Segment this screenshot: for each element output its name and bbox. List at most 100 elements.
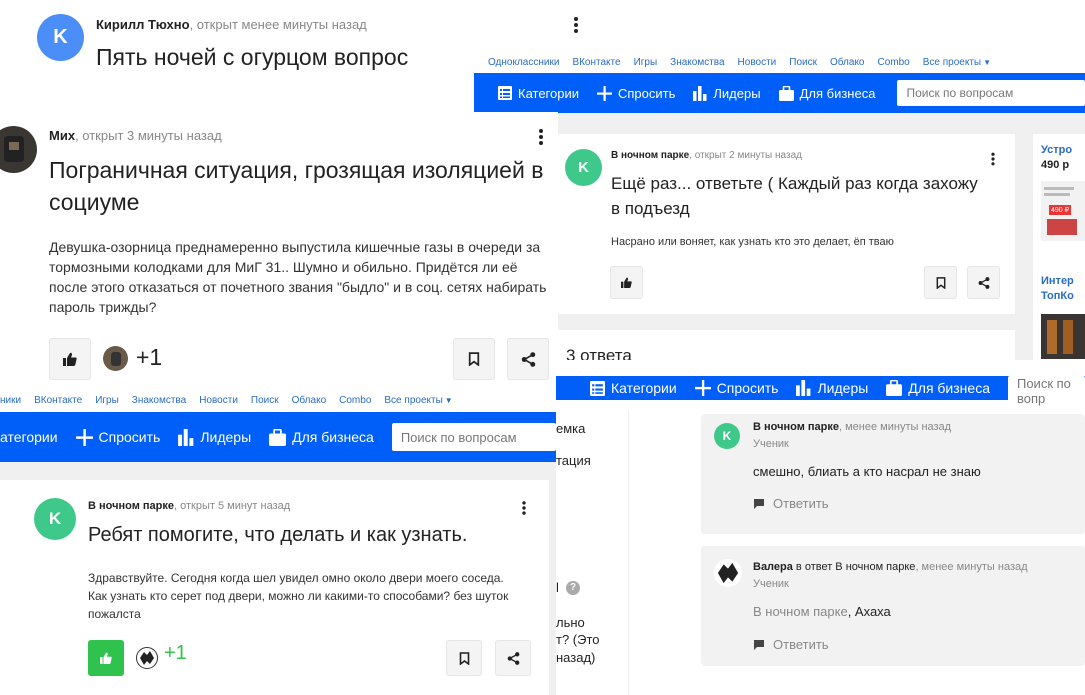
photo-shape: [110, 351, 121, 366]
help-icon[interactable]: ?: [566, 581, 580, 595]
nav-link-news[interactable]: Новости: [738, 57, 777, 68]
nav-link-dating[interactable]: Знакомства: [132, 395, 186, 406]
bookmark-button[interactable]: [453, 338, 495, 380]
ask-label: Спросить: [98, 429, 161, 445]
ask-label: Спросить: [618, 85, 676, 101]
sidebar-fragment-text[interactable]: емка: [556, 421, 585, 436]
author-avatar[interactable]: K: [37, 14, 84, 61]
business-button[interactable]: Для бизнеса: [778, 85, 875, 101]
more-menu-icon[interactable]: [991, 152, 995, 166]
search-input[interactable]: Поиск по вопросам: [897, 80, 1085, 106]
author-name[interactable]: Валера: [753, 561, 793, 573]
nav-link-vk[interactable]: ВКонтакте: [34, 395, 82, 406]
more-menu-icon[interactable]: [522, 501, 526, 515]
author-avatar-photo[interactable]: [0, 126, 37, 173]
nav-link-ok[interactable]: ники: [0, 395, 21, 406]
business-button[interactable]: Для бизнеса: [269, 428, 374, 446]
share-icon: [507, 651, 519, 665]
author-avatar[interactable]: [714, 559, 742, 587]
more-menu-icon[interactable]: [539, 129, 543, 145]
answer-card: Валера в ответ В ночном парке, менее мин…: [701, 546, 1085, 666]
author-avatar[interactable]: K: [34, 498, 76, 540]
like-button[interactable]: [49, 338, 91, 380]
question-time: , открыт 2 минуты назад: [689, 150, 802, 161]
ad-image-product: [1047, 320, 1057, 354]
nav-link-cloud[interactable]: Облако: [830, 57, 865, 68]
leaders-button[interactable]: Лидеры: [796, 380, 868, 396]
likes-count: +1: [164, 642, 187, 664]
categories-button[interactable]: Категории: [498, 86, 579, 101]
main-nav-bar: Категории Спросить Лидеры Для бизнеса По…: [474, 73, 1085, 113]
main-nav-bar: Категории Спросить Лидеры Для бизнеса По…: [556, 376, 1085, 406]
nav-link-combo[interactable]: Combo: [878, 57, 910, 68]
categories-button[interactable]: атегории: [0, 429, 58, 445]
sidebar-fragment-text: l: [556, 580, 559, 595]
like-button[interactable]: [610, 266, 643, 299]
author-name[interactable]: Кирилл Тюхно: [96, 17, 190, 32]
nav-link-combo[interactable]: Combo: [339, 395, 371, 406]
nav-link-search[interactable]: Поиск: [251, 395, 279, 406]
ad-title-1[interactable]: Устро: [1041, 144, 1072, 156]
nav-link-dating[interactable]: Знакомства: [670, 57, 724, 68]
ask-button[interactable]: Спросить: [694, 380, 779, 396]
reply-to[interactable]: в ответ В ночном парке: [793, 561, 916, 573]
liker-avatar[interactable]: [103, 346, 128, 371]
sidebar-fragment: емка тация l ? льно т? (Это назад): [556, 410, 629, 695]
avatar-drawing: [140, 651, 154, 665]
search-input[interactable]: Поиск по вопр: [1007, 376, 1085, 406]
share-button[interactable]: [967, 266, 1000, 299]
nav-link-ok[interactable]: Одноклассники: [488, 57, 559, 68]
like-button-active[interactable]: [88, 640, 124, 676]
author-name[interactable]: В ночном парке: [88, 500, 174, 512]
thumbs-up-icon: [63, 352, 77, 366]
author-name[interactable]: В ночном парке: [611, 150, 689, 161]
sidebar-fragment-text: т? (Это: [556, 632, 600, 647]
nav-link-cloud[interactable]: Облако: [292, 395, 327, 406]
question-time: , открыт 5 минут назад: [174, 500, 291, 512]
reply-button[interactable]: Ответить: [753, 496, 829, 511]
nav-link-news[interactable]: Новости: [199, 395, 238, 406]
ask-label: Спросить: [716, 380, 779, 396]
nav-link-games[interactable]: Игры: [95, 395, 119, 406]
nav-link-games[interactable]: Игры: [634, 57, 658, 68]
liker-avatar[interactable]: [136, 647, 158, 669]
bookmark-button[interactable]: [924, 266, 957, 299]
sidebar-fragment-text[interactable]: тация: [556, 453, 591, 468]
reply-button[interactable]: Ответить: [753, 637, 829, 652]
search-input[interactable]: Поиск по вопросам: [391, 423, 556, 451]
answer-card: K В ночном парке, менее минуты назад Уче…: [701, 414, 1085, 534]
ad-image-line: [1044, 193, 1070, 196]
bar-chart-icon: [178, 428, 194, 446]
author-name[interactable]: Мих: [49, 128, 75, 143]
author-avatar[interactable]: K: [565, 149, 602, 186]
likes-count: +1: [136, 344, 163, 370]
ad-image-1[interactable]: 490 ₽: [1041, 181, 1085, 241]
mention-link[interactable]: В ночном парке: [753, 604, 848, 619]
sidebar-fragment-text: льно: [556, 615, 585, 630]
plus-icon: [694, 380, 711, 396]
categories-button[interactable]: Категории: [590, 380, 677, 396]
ad-title-2[interactable]: Интер: [1041, 275, 1074, 287]
bookmark-button[interactable]: [446, 640, 482, 676]
business-button[interactable]: Для бизнеса: [886, 380, 990, 396]
author-name[interactable]: В ночном парке: [753, 421, 839, 433]
share-button[interactable]: [495, 640, 531, 676]
plus-icon: [597, 85, 612, 101]
share-button[interactable]: [507, 338, 549, 380]
question-card-3: K В ночном парке, открыт 2 минуты назад …: [558, 134, 1015, 314]
leaders-button[interactable]: Лидеры: [178, 428, 251, 446]
ask-button[interactable]: Спросить: [597, 85, 676, 101]
ask-button[interactable]: Спросить: [75, 428, 161, 446]
question-meta: Мих, открыт 3 минуты назад: [49, 128, 222, 143]
nav-link-search[interactable]: Поиск: [789, 57, 817, 68]
nav-link-all-projects[interactable]: Все проекты ▼: [384, 395, 452, 406]
thumbs-up-icon: [621, 277, 632, 288]
reply-label: Ответить: [773, 637, 829, 652]
nav-link-vk[interactable]: ВКонтакте: [572, 57, 620, 68]
more-menu-icon[interactable]: [574, 17, 578, 33]
categories-label: атегории: [0, 429, 58, 445]
author-avatar[interactable]: K: [714, 423, 740, 449]
ad-image-2[interactable]: [1041, 314, 1085, 359]
leaders-button[interactable]: Лидеры: [693, 85, 761, 101]
nav-link-all-projects[interactable]: Все проекты ▼: [923, 57, 991, 68]
